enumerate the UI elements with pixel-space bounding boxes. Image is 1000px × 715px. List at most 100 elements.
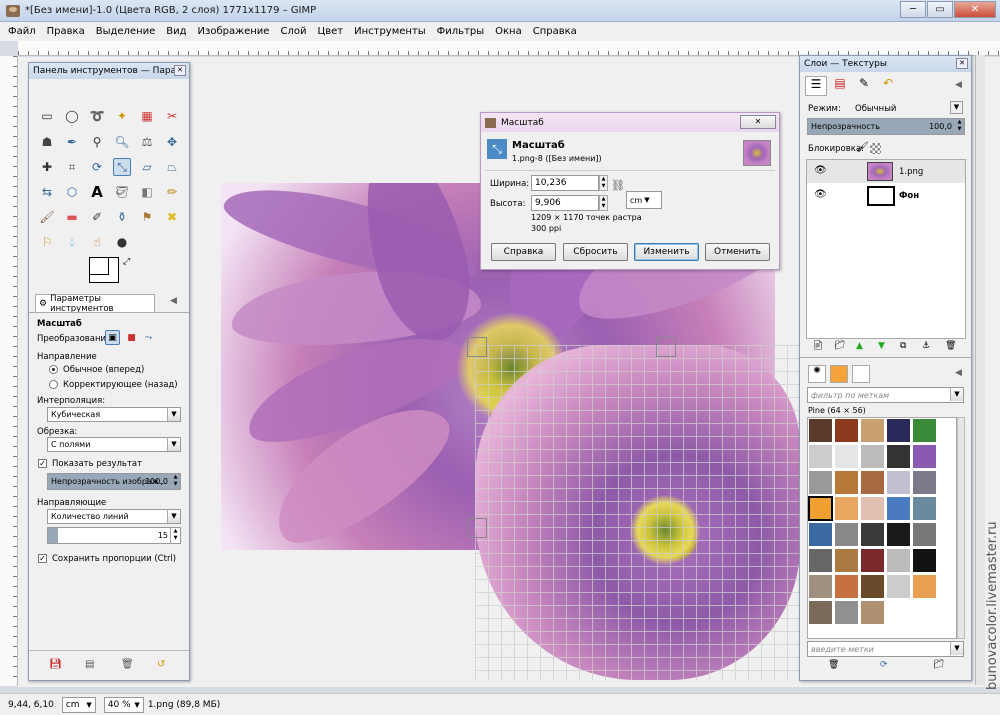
tab-brushes-icon[interactable]: ✺	[808, 365, 826, 383]
mode-value[interactable]: Обычный	[855, 104, 896, 114]
fuzzy-select-icon[interactable]: ✦	[113, 107, 131, 125]
reset-options-icon[interactable]: ↺	[157, 659, 165, 670]
tab-menu-icon[interactable]: ◀	[170, 296, 177, 306]
color-picker-icon[interactable]: ⚲	[88, 133, 106, 151]
image-opacity-slider[interactable]: Непрозрачность изображ... 100,0 ▲ ▼	[47, 473, 181, 490]
tags-input[interactable]: введите метки ▼	[807, 641, 964, 657]
toolbox-close-icon[interactable]: ✕	[174, 65, 186, 76]
delete-layer-icon[interactable]: 🗑︎	[945, 341, 956, 351]
tab-undo-icon[interactable]: ↶	[877, 76, 899, 96]
show-result-checkbox[interactable]: ✓	[38, 459, 47, 468]
airbrush-icon[interactable]: ✐	[88, 208, 106, 226]
menu-file[interactable]: Файл	[8, 26, 36, 37]
tab-gradients-icon[interactable]	[852, 365, 870, 383]
pattern-scrollbar[interactable]	[957, 417, 965, 639]
unit-select[interactable]: cm ▼	[61, 696, 96, 713]
perspective-clone-icon[interactable]: ⚐	[38, 233, 56, 251]
width-input[interactable]: 10,236	[531, 175, 599, 191]
restore-options-icon[interactable]: ▤	[85, 659, 94, 670]
measure-icon[interactable]: ⚖	[138, 133, 156, 151]
transform-grid[interactable]	[475, 345, 800, 680]
tab-menu-icon[interactable]: ◀	[955, 368, 962, 378]
toolbox-titlebar[interactable]: Панель инструментов — Пара... ✕	[29, 63, 189, 79]
delete-pattern-icon[interactable]: 🗑︎	[828, 660, 839, 670]
new-layer-icon[interactable]: 📄︎	[812, 341, 823, 351]
layers-close-icon[interactable]: ✕	[956, 58, 968, 69]
menu-windows[interactable]: Окна	[495, 26, 522, 37]
zoom-icon[interactable]: 🔍︎	[113, 133, 131, 151]
guides-select[interactable]: Количество линий ▼	[47, 509, 181, 524]
open-pattern-folder-icon[interactable]: 📁︎	[933, 660, 944, 670]
menu-help[interactable]: Справка	[533, 26, 577, 37]
rect-select-icon[interactable]: ▭	[38, 107, 56, 125]
line-count-slider[interactable]: 15 ▲ ▼	[47, 527, 181, 544]
eraser-icon[interactable]: ▬	[63, 208, 81, 226]
transform-handle-tc[interactable]	[656, 337, 676, 357]
unit-select[interactable]: cm ▼	[626, 191, 662, 209]
rotate-icon[interactable]: ⟳	[88, 158, 106, 176]
layers-titlebar[interactable]: Слои — Текстуры ✕	[800, 56, 971, 72]
menu-view[interactable]: Вид	[166, 26, 186, 37]
raise-layer-icon[interactable]: ▲	[856, 341, 863, 351]
foreground-select-icon[interactable]: ☗	[38, 133, 56, 151]
layer-row-1png[interactable]: 👁︎ 1.png	[807, 160, 965, 183]
blur-icon[interactable]: 💧︎	[63, 233, 81, 251]
tab-channels-icon[interactable]: ▤	[829, 76, 851, 96]
menu-filters[interactable]: Фильтры	[437, 26, 484, 37]
height-spinner-icon[interactable]: ▲ ▼	[599, 195, 608, 211]
eye-icon[interactable]: 👁︎	[814, 165, 827, 176]
menu-image[interactable]: Изображение	[198, 26, 270, 37]
help-button[interactable]: Справка	[491, 243, 556, 261]
dodge-burn-icon[interactable]: ●	[113, 233, 131, 251]
chain-link-icon[interactable]: ⛓	[611, 179, 625, 192]
tab-layers-icon[interactable]: ☰	[805, 76, 827, 96]
width-spinner-icon[interactable]: ▲ ▼	[599, 175, 608, 191]
transform-layer-icon[interactable]: ▣	[105, 330, 120, 345]
keep-aspect-checkbox[interactable]: ✓	[38, 554, 47, 563]
heal-icon[interactable]: ✖	[163, 208, 181, 226]
text-tool-icon[interactable]: A	[88, 183, 106, 201]
move-icon[interactable]: ✥	[163, 133, 181, 151]
tag-filter-input[interactable]: фильтр по меткам ▼	[807, 387, 964, 403]
spinner-icon[interactable]: ▲ ▼	[954, 119, 964, 134]
pattern-grid[interactable]	[807, 417, 957, 639]
clipping-select[interactable]: С полями ▼	[47, 437, 181, 452]
maximize-button[interactable]: ▭	[927, 1, 953, 18]
anchor-layer-icon[interactable]: ⚓	[922, 341, 930, 351]
direction-normal-radio[interactable]	[49, 365, 58, 374]
crop-icon[interactable]: ⌗	[63, 158, 81, 176]
cancel-button[interactable]: Отменить	[705, 243, 770, 261]
vertical-scrollbar[interactable]	[975, 55, 985, 685]
blend-icon[interactable]: ◧	[138, 183, 156, 201]
bucket-fill-icon[interactable]: 🪣︎	[113, 183, 131, 201]
eye-icon[interactable]: 👁︎	[814, 189, 827, 200]
direction-corrective-radio[interactable]	[49, 380, 58, 389]
tab-patterns-icon[interactable]	[830, 365, 848, 383]
menu-layer[interactable]: Слой	[280, 26, 306, 37]
free-select-icon[interactable]: ➰	[88, 107, 106, 125]
horizontal-ruler[interactable]	[18, 41, 1000, 56]
shear-icon[interactable]: ▱	[138, 158, 156, 176]
tab-paths-icon[interactable]: ✎	[853, 76, 875, 96]
paths-icon[interactable]: ✒	[63, 133, 81, 151]
close-button[interactable]: ✕	[954, 1, 996, 18]
pencil-icon[interactable]: ✏	[163, 183, 181, 201]
perspective-icon[interactable]: ⏢	[163, 158, 181, 176]
scissors-icon[interactable]: ✂	[163, 107, 181, 125]
vertical-ruler[interactable]	[0, 56, 18, 686]
lock-pixels-icon[interactable]: 🖌︎	[856, 142, 869, 153]
tab-menu-icon[interactable]: ◀	[955, 80, 962, 90]
transform-handle-tl[interactable]	[467, 337, 487, 357]
layer-opacity-slider[interactable]: Непрозрачность 100,0 ▲ ▼	[807, 118, 965, 135]
save-options-icon[interactable]: 💾︎	[49, 659, 62, 670]
menu-tools[interactable]: Инструменты	[354, 26, 426, 37]
height-input[interactable]: 9,906	[531, 195, 599, 211]
spinner-icon[interactable]: ▲ ▼	[170, 474, 180, 489]
foreground-color-swatch[interactable]	[89, 257, 109, 275]
duplicate-layer-icon[interactable]: ⧉	[900, 341, 906, 351]
delete-options-icon[interactable]: 🗑︎	[121, 659, 134, 670]
lower-layer-icon[interactable]: ▼	[878, 341, 885, 351]
menu-select[interactable]: Выделение	[96, 26, 156, 37]
transform-path-icon[interactable]: ⤳	[141, 330, 156, 345]
minimize-button[interactable]: ─	[900, 1, 926, 18]
